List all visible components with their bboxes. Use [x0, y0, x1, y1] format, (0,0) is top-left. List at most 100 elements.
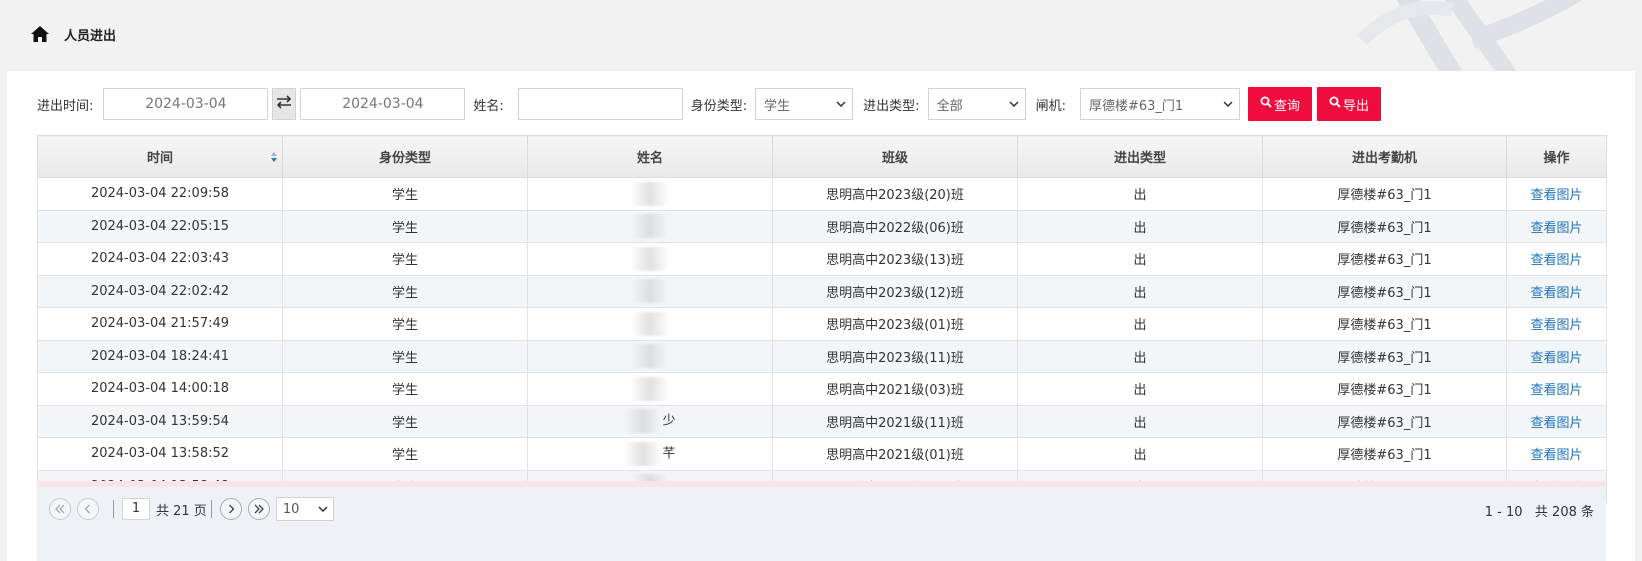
table-row: 2024-03-04 22:09:58 学生 思明高中2023级(20)班出厚德楼#…: [37, 177, 1607, 211]
start-date-input[interactable]: 2024-03-04: [103, 88, 269, 120]
gate-select[interactable]: 厚德楼#63_门1: [1079, 88, 1240, 120]
cell-identity: 学生: [282, 437, 528, 471]
identity-select[interactable]: 学生: [755, 88, 854, 120]
cell-action: 查看图片: [1506, 437, 1607, 471]
cell-name: [527, 177, 773, 211]
swap-dates-button[interactable]: [272, 88, 297, 120]
end-date-input[interactable]: 2024-03-04: [300, 88, 466, 120]
redacted-name-mask: [631, 311, 669, 336]
table-row: 2024-03-04 22:03:43 学生 思明高中2023级(13)班出厚德楼#…: [37, 242, 1607, 276]
cell-time: 2024-03-04 18:24:41: [37, 339, 283, 373]
column-header-device: 进出考勤机: [1262, 135, 1507, 178]
first-page-button[interactable]: [49, 498, 71, 520]
cell-io-type: 出: [1017, 404, 1263, 438]
cell-identity: 学生: [282, 339, 528, 373]
view-image-link[interactable]: 查看图片: [1530, 286, 1582, 301]
cell-action: 查看图片: [1506, 177, 1607, 211]
cell-time: 2024-03-04 13:58:52: [37, 437, 283, 471]
view-image-link[interactable]: 查看图片: [1530, 351, 1582, 366]
swap-icon: [276, 95, 292, 113]
cell-time: 2024-03-04 22:09:58: [37, 177, 283, 211]
cell-name: [527, 274, 773, 308]
cell-time: 2024-03-04 14:00:18: [37, 372, 283, 406]
next-page-button[interactable]: [219, 498, 242, 520]
chevron-down-icon: [830, 101, 852, 107]
redacted-name-mask: [631, 246, 669, 271]
cell-io-type: 出: [1017, 307, 1263, 341]
table-row: 2024-03-04 13:58:52 学生 芊 思明高中2021级(01)班出厚德楼…: [37, 437, 1607, 471]
total-pages-text: 共 21 页: [156, 503, 207, 519]
cell-name: [527, 372, 773, 406]
cell-action: 查看图片: [1506, 242, 1607, 276]
name-text: 芊: [662, 446, 676, 462]
sort-icon[interactable]: [270, 151, 278, 167]
column-header-name: 姓名: [527, 135, 773, 178]
export-button[interactable]: 导出: [1316, 87, 1381, 121]
io-type-select-value: 全部: [936, 98, 963, 114]
cell-class: 思明高中2021级(03)班: [772, 372, 1018, 406]
name-text: 少: [662, 413, 676, 429]
cell-device: 厚德楼#63_门1: [1262, 177, 1507, 211]
view-image-link[interactable]: 查看图片: [1530, 221, 1582, 236]
cell-device: 厚德楼#63_门1: [1262, 242, 1507, 276]
name-input[interactable]: [517, 88, 683, 120]
cell-device: 厚德楼#63_门1: [1262, 307, 1507, 341]
io-type-label: 进出类型:: [863, 98, 920, 114]
table-row: 2024-03-04 22:02:42 学生 思明高中2023级(12)班出厚德楼#…: [37, 274, 1607, 308]
chevron-left-icon: [84, 504, 90, 514]
view-image-link[interactable]: 查看图片: [1530, 416, 1582, 431]
column-header-time[interactable]: 时间: [37, 135, 283, 178]
column-header-io-type: 进出类型: [1017, 135, 1263, 178]
export-button-label: 导出: [1342, 98, 1369, 114]
breadcrumb: 人员进出: [30, 22, 116, 46]
cell-time: 2024-03-04 22:02:42: [37, 274, 283, 308]
cell-identity: 学生: [282, 404, 528, 438]
cell-name: [527, 307, 773, 341]
cell-identity: 学生: [282, 372, 528, 406]
column-header-identity: 身份类型: [282, 135, 528, 178]
cell-device: 厚德楼#63_门1: [1262, 274, 1507, 308]
view-image-link[interactable]: 查看图片: [1530, 383, 1582, 398]
view-image-link[interactable]: 查看图片: [1530, 253, 1582, 268]
home-icon[interactable]: [30, 25, 50, 43]
cell-io-type: 出: [1017, 177, 1263, 211]
cell-class: 思明高中2023级(01)班: [772, 307, 1018, 341]
cell-io-type: 出: [1017, 209, 1263, 243]
cell-io-type: 出: [1017, 437, 1263, 471]
redacted-name-mask: [631, 181, 669, 206]
pagination-bar: 1 共 21 页 10 1 - 10 共 208 条: [37, 487, 1606, 561]
table-row: 2024-03-04 22:05:15 学生 思明高中2022级(06)班出厚德楼#…: [37, 209, 1607, 243]
filter-bar: 进出时间: 2024-03-04 2024-03-04 姓名: 身份类型: 学生…: [37, 87, 1381, 121]
table-row: 2024-03-04 21:57:49 学生 思明高中2023级(01)班出厚德楼#…: [37, 307, 1607, 341]
last-page-button[interactable]: [247, 498, 270, 520]
cell-name: [527, 242, 773, 276]
redacted-name-mask: [631, 214, 669, 239]
view-image-link[interactable]: 查看图片: [1530, 188, 1582, 203]
cell-io-type: 出: [1017, 372, 1263, 406]
cell-action: 查看图片: [1506, 372, 1607, 406]
prev-page-button[interactable]: [77, 498, 99, 520]
main-panel: 进出时间: 2024-03-04 2024-03-04 姓名: 身份类型: 学生…: [7, 71, 1635, 561]
table-row: 2024-03-04 18:24:41 学生 思明高中2023级(11)班出厚德楼#…: [37, 339, 1607, 373]
column-header-action: 操作: [1506, 135, 1607, 178]
page-size-value: 10: [282, 501, 300, 517]
query-button[interactable]: 查询: [1247, 87, 1312, 121]
name-label: 姓名:: [473, 98, 504, 114]
view-image-link[interactable]: 查看图片: [1530, 318, 1582, 333]
pager-separator: [113, 500, 114, 518]
page-size-select[interactable]: 10: [275, 497, 334, 521]
redacted-name-mask: [631, 376, 669, 401]
cell-class: 思明高中2023级(12)班: [772, 274, 1018, 308]
view-image-link[interactable]: 查看图片: [1530, 448, 1582, 463]
chevron-down-icon: [313, 506, 333, 512]
time-label: 进出时间:: [37, 98, 94, 114]
io-type-select[interactable]: 全部: [927, 88, 1026, 120]
records-table: 时间 身份类型 姓名 班级 进出类型 进出考勤机 操作 2024-03-04 2…: [37, 135, 1607, 503]
table-header-row: 时间 身份类型 姓名 班级 进出类型 进出考勤机 操作: [37, 135, 1607, 178]
cell-class: 思明高中2023级(20)班: [772, 177, 1018, 211]
cell-device: 厚德楼#63_门1: [1262, 404, 1507, 438]
cell-time: 2024-03-04 13:59:54: [37, 404, 283, 438]
cell-time: 2024-03-04 21:57:49: [37, 307, 283, 341]
current-page-input[interactable]: 1: [122, 498, 150, 520]
cell-action: 查看图片: [1506, 404, 1607, 438]
